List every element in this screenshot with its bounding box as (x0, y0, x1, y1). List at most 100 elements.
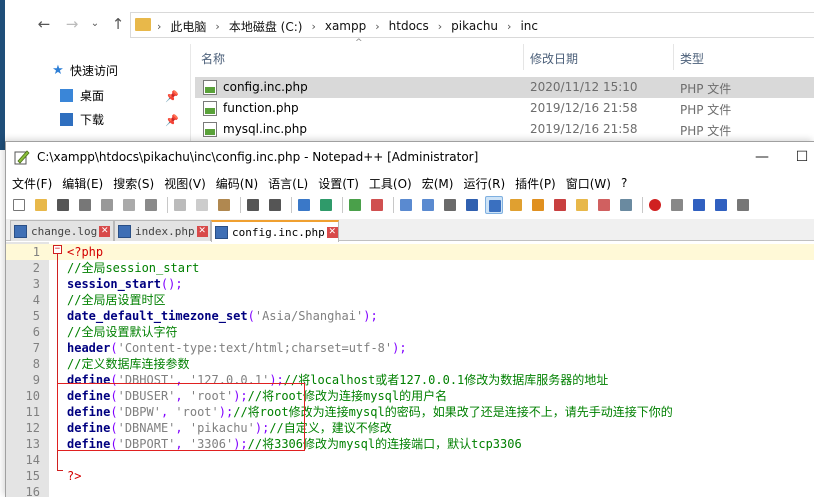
record-macro-icon[interactable] (646, 196, 664, 214)
code-line[interactable]: 3 session_start(); (6, 276, 814, 292)
file-row[interactable]: mysql.inc.php 2019/12/16 21:58 PHP 文件 (195, 119, 814, 140)
eye-icon[interactable] (617, 196, 635, 214)
redo-icon[interactable] (266, 196, 284, 214)
menu-file[interactable]: 文件(F) (12, 175, 52, 192)
menu-macro[interactable]: 宏(M) (422, 175, 454, 192)
code-line[interactable]: 8 //定义数据库连接参数 (6, 356, 814, 372)
title-bar[interactable]: C:\xampp\htdocs\pikachu\inc\config.inc.p… (6, 142, 814, 172)
paste-icon[interactable] (215, 196, 233, 214)
pin-icon[interactable]: 📌 (165, 90, 179, 103)
cut-icon[interactable] (171, 196, 189, 214)
doc-map-icon[interactable] (529, 196, 547, 214)
find-icon[interactable] (295, 196, 313, 214)
recent-dropdown-icon[interactable]: ⌄ (85, 14, 105, 34)
word-wrap-icon[interactable] (441, 196, 459, 214)
breadcrumb-item[interactable]: htdocs (389, 19, 429, 33)
menu-encoding[interactable]: 编码(N) (216, 175, 258, 192)
column-header-date[interactable]: 修改日期 (530, 50, 578, 67)
sidebar-item-downloads[interactable]: 下载 (60, 109, 104, 129)
save-macro-icon[interactable] (734, 196, 752, 214)
close-file-icon[interactable] (98, 196, 116, 214)
monitoring-icon[interactable] (595, 196, 613, 214)
code-token: header (67, 341, 111, 355)
file-row[interactable]: config.inc.php 2020/11/12 15:10 PHP 文件 (195, 77, 814, 98)
close-icon[interactable]: ✕ (99, 225, 111, 237)
column-divider[interactable] (523, 44, 524, 70)
zoom-in-icon[interactable] (346, 196, 364, 214)
user-lang-icon[interactable] (507, 196, 525, 214)
replace-icon[interactable] (317, 196, 335, 214)
sidebar-item-quick-access[interactable]: ★ 快速访问 (50, 60, 118, 80)
indent-guide-icon[interactable] (485, 196, 503, 214)
tab-index-php[interactable]: index.php ✕ (114, 220, 211, 241)
maximize-icon[interactable]: ☐ (790, 146, 814, 168)
column-divider[interactable] (673, 44, 674, 70)
save-all-icon[interactable] (76, 196, 94, 214)
code-line[interactable]: 4 //全局居设置时区 (6, 292, 814, 308)
zoom-out-icon[interactable] (368, 196, 386, 214)
code-line[interactable]: 15 ?> (6, 468, 814, 484)
notepad-plus-plus-window: C:\xampp\htdocs\pikachu\inc\config.inc.p… (5, 141, 814, 497)
code-line[interactable]: 7 header('Content-type:text/html;charset=… (6, 340, 814, 356)
menu-search[interactable]: 搜索(S) (113, 175, 154, 192)
folder-workspace-icon[interactable] (573, 196, 591, 214)
function-list-icon[interactable] (551, 196, 569, 214)
undo-icon[interactable] (244, 196, 262, 214)
minimize-icon[interactable]: — (750, 146, 774, 168)
column-header-type[interactable]: 类型 (680, 50, 704, 67)
file-name: config.inc.php (223, 80, 308, 94)
sync-vertical-icon[interactable] (397, 196, 415, 214)
up-arrow-icon[interactable]: ↑ (108, 14, 128, 34)
menu-tools[interactable]: 工具(O) (369, 175, 412, 192)
menu-window[interactable]: 窗口(W) (566, 175, 611, 192)
breadcrumb-item[interactable]: inc (520, 19, 538, 33)
menu-run[interactable]: 运行(R) (463, 175, 505, 192)
pin-icon[interactable]: 📌 (165, 114, 179, 127)
fold-minus-icon[interactable]: − (53, 245, 62, 254)
code-line[interactable]: 5 date_default_timezone_set('Asia/Shangha… (6, 308, 814, 324)
close-icon[interactable]: ✕ (326, 226, 338, 238)
print-icon[interactable] (142, 196, 160, 214)
code-line[interactable]: 16 (6, 484, 814, 497)
show-all-chars-icon[interactable] (463, 196, 481, 214)
back-arrow-icon[interactable]: ← (34, 14, 54, 34)
code-line[interactable]: 6 //全局设置默认字符 (6, 324, 814, 340)
code-line[interactable]: 2 //全局session_start (6, 260, 814, 276)
breadcrumb-item[interactable]: pikachu (451, 19, 498, 33)
tab-change-log[interactable]: change.log ✕ (10, 220, 114, 241)
code-token: //全局设置默认字符 (67, 325, 178, 339)
forward-arrow-icon[interactable]: → (62, 14, 82, 34)
menu-settings[interactable]: 设置(T) (318, 175, 359, 192)
save-icon[interactable] (54, 196, 72, 214)
sidebar-item-desktop[interactable]: 桌面 (60, 85, 104, 105)
menu-language[interactable]: 语言(L) (268, 175, 308, 192)
code-line[interactable]: 1 <?php (6, 244, 814, 260)
menu-view[interactable]: 视图(V) (164, 175, 206, 192)
breadcrumb-item[interactable]: xampp (325, 19, 366, 33)
php-file-icon (203, 80, 217, 95)
menu-edit[interactable]: 编辑(E) (62, 175, 103, 192)
breadcrumb-item[interactable]: 本地磁盘 (C:) (229, 18, 303, 35)
stop-macro-icon[interactable] (668, 196, 686, 214)
menu-plugins[interactable]: 插件(P) (515, 175, 556, 192)
close-all-icon[interactable] (120, 196, 138, 214)
play-macro-icon[interactable] (690, 196, 708, 214)
menu-help[interactable]: ? (621, 176, 627, 190)
column-header-name[interactable]: 名称 (201, 50, 225, 67)
open-file-icon[interactable] (32, 196, 50, 214)
address-bar[interactable]: › 此电脑 › 本地磁盘 (C:) › xampp › htdocs › pik… (130, 12, 814, 38)
tab-label: index.php (135, 224, 195, 238)
tab-config-inc-php[interactable]: config.inc.php ✕ (211, 220, 339, 242)
new-file-icon[interactable] (10, 196, 28, 214)
code-line[interactable]: 14 (6, 452, 814, 468)
copy-icon[interactable] (193, 196, 211, 214)
line-number: 8 (32, 357, 40, 371)
close-icon[interactable]: ✕ (196, 225, 208, 237)
code-editor[interactable]: 1 <?php 2//全局session_start 3 session_start()… (6, 242, 814, 497)
breadcrumb-item[interactable]: 此电脑 (170, 18, 206, 35)
code-text: ?> (67, 468, 81, 484)
folder-icon (135, 18, 151, 31)
sync-horizontal-icon[interactable] (419, 196, 437, 214)
run-macro-multiple-icon[interactable] (712, 196, 730, 214)
file-row[interactable]: function.php 2019/12/16 21:58 PHP 文件 (195, 98, 814, 119)
